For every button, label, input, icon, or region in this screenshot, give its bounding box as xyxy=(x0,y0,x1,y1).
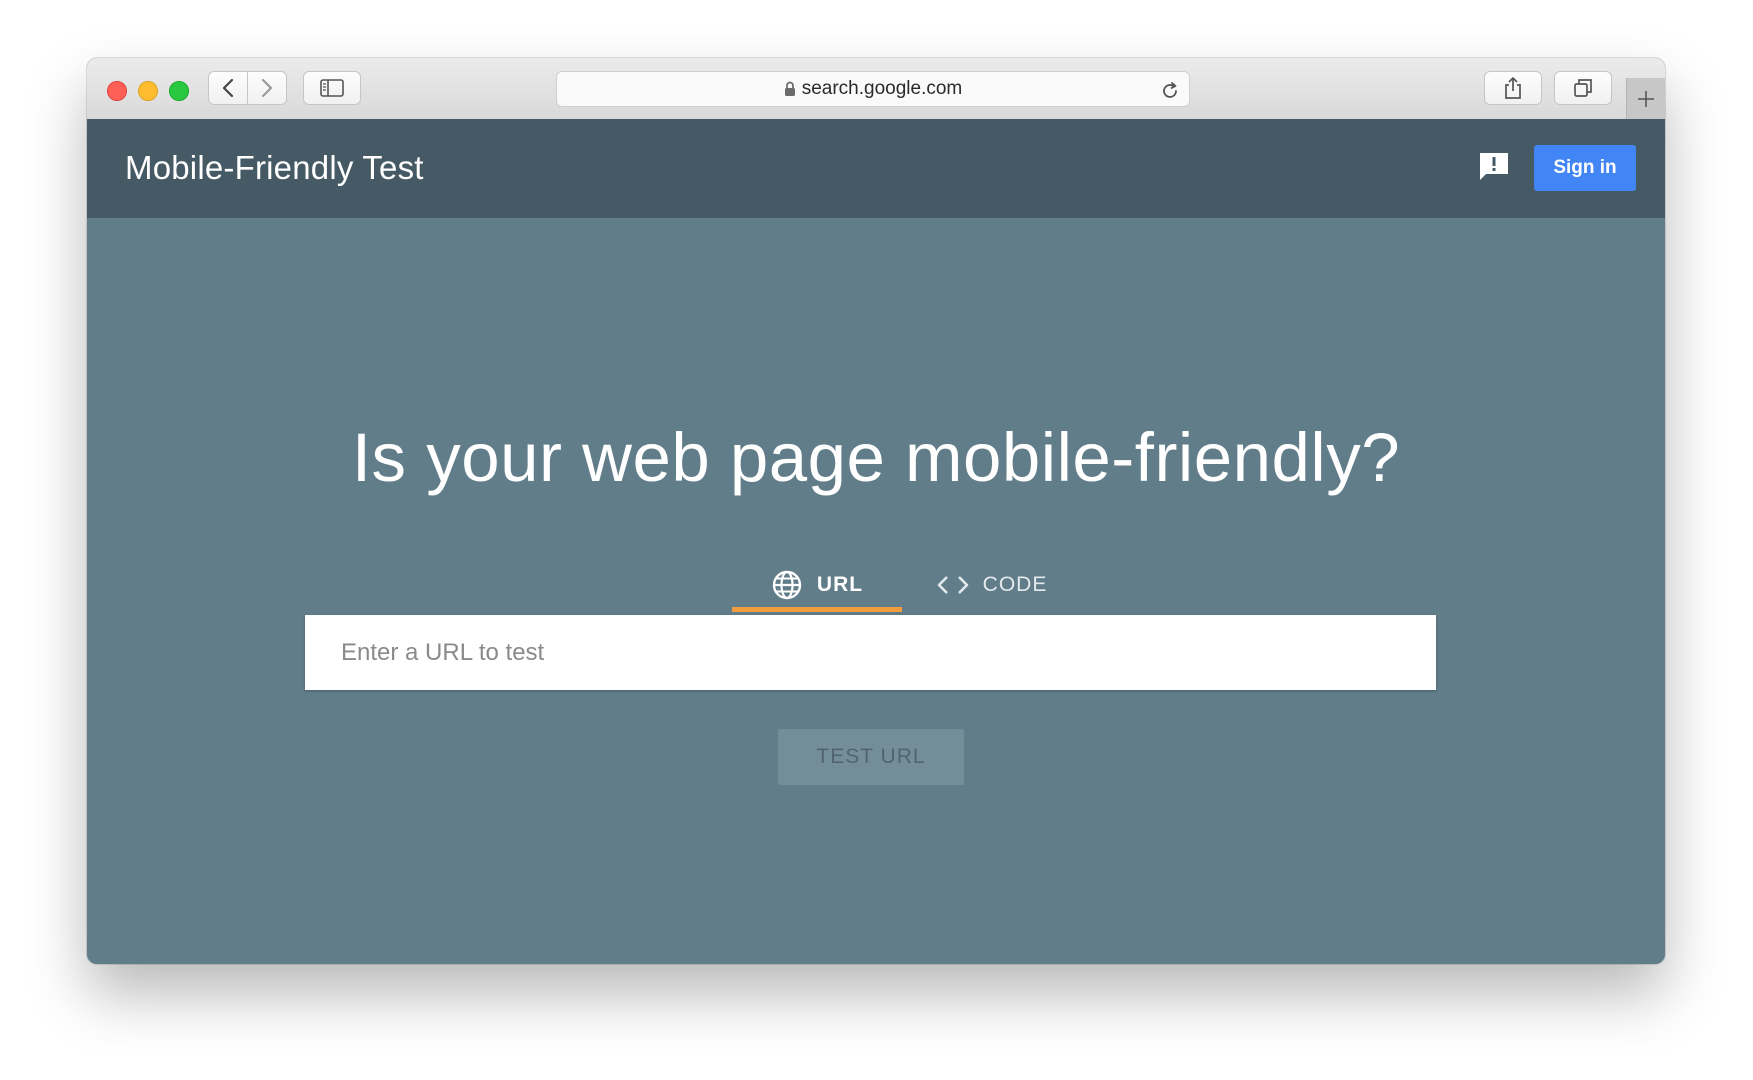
chevron-left-icon xyxy=(222,78,234,98)
code-icon xyxy=(937,576,968,594)
new-tab-button[interactable] xyxy=(1626,78,1665,119)
tab-url-label: URL xyxy=(816,573,864,596)
tab-overview-button[interactable] xyxy=(1554,71,1612,105)
address-bar[interactable]: search.google.com xyxy=(556,71,1190,107)
main-content: Is your web page mobile-friendly? URL CO… xyxy=(87,218,1665,964)
app-title: Mobile-Friendly Test xyxy=(125,149,424,186)
sidebar-icon xyxy=(320,79,344,97)
reload-icon[interactable] xyxy=(1161,80,1179,100)
url-input[interactable] xyxy=(305,615,1436,690)
browser-window: search.google.com Mobile-Friendly Test S… xyxy=(87,58,1665,964)
lock-icon xyxy=(784,81,795,96)
tabs-icon xyxy=(1574,79,1592,97)
plus-icon xyxy=(1638,90,1654,107)
app-header: Mobile-Friendly Test Sign in xyxy=(87,119,1665,218)
zoom-window-button[interactable] xyxy=(169,81,189,101)
feedback-button[interactable] xyxy=(1477,150,1511,189)
share-button[interactable] xyxy=(1484,71,1542,105)
browser-toolbar: search.google.com xyxy=(87,58,1665,120)
active-tab-indicator xyxy=(732,607,902,612)
sign-in-button[interactable]: Sign in xyxy=(1534,145,1636,191)
tab-code-label: CODE xyxy=(982,573,1048,596)
share-icon xyxy=(1505,77,1521,99)
feedback-icon xyxy=(1480,153,1508,180)
sidebar-toggle-button[interactable] xyxy=(303,71,361,105)
tab-url[interactable]: URL xyxy=(732,558,902,612)
tab-code[interactable]: CODE xyxy=(902,558,1082,612)
chevron-right-icon xyxy=(261,78,273,98)
page-headline: Is your web page mobile-friendly? xyxy=(351,419,1401,496)
globe-icon xyxy=(772,570,802,600)
forward-button[interactable] xyxy=(247,71,287,105)
back-button[interactable] xyxy=(208,71,248,105)
test-url-button[interactable]: TEST URL xyxy=(778,729,964,785)
minimize-window-button[interactable] xyxy=(138,81,158,101)
close-window-button[interactable] xyxy=(107,81,127,101)
address-text: search.google.com xyxy=(801,78,963,99)
